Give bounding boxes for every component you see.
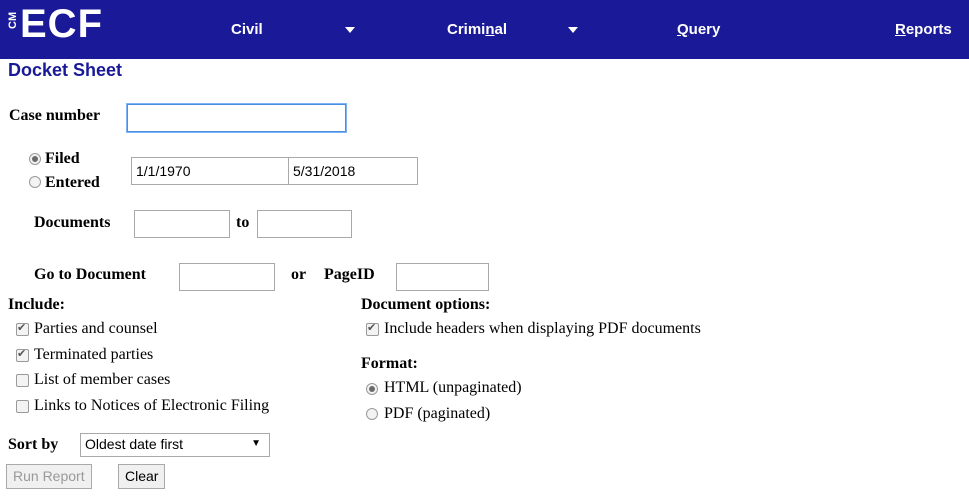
menu-query-accesskey: Q [677, 21, 689, 38]
menu-criminal-accesskey: n [485, 21, 495, 38]
documents-to-label: to [236, 214, 250, 231]
menu-query[interactable]: Query [677, 21, 720, 38]
member-cases-checkbox[interactable] [16, 374, 29, 387]
format-html-label: HTML (unpaginated) [384, 379, 522, 396]
sort-by-label: Sort by [8, 436, 59, 453]
run-report-button[interactable]: Run Report [6, 464, 92, 489]
goto-document-input[interactable] [179, 263, 275, 291]
menu-query-part: uery [688, 21, 721, 38]
date-from-input[interactable] [131, 157, 289, 185]
documents-from-input[interactable] [134, 210, 230, 238]
parties-counsel-checkbox[interactable] [16, 321, 29, 336]
include-headers-checkbox[interactable] [366, 321, 379, 336]
documents-label: Documents [34, 214, 111, 231]
filed-radio[interactable] [29, 153, 41, 165]
page-title: Docket Sheet [8, 60, 123, 80]
dropdown-arrow-icon: ▼ [251, 438, 261, 449]
date-to-input[interactable] [288, 157, 418, 185]
case-number-input[interactable] [127, 104, 346, 132]
logo-cm-text: CM [7, 11, 19, 29]
terminated-parties-checkbox[interactable] [16, 347, 29, 362]
parties-counsel-label: Parties and counsel [34, 320, 158, 337]
format-html-radio[interactable] [366, 383, 378, 395]
menu-reports-accesskey: R [895, 21, 906, 38]
menu-reports[interactable]: Reports [895, 21, 952, 38]
format-heading: Format: [361, 355, 418, 372]
entered-radio[interactable] [29, 176, 41, 188]
menu-criminal[interactable]: Criminal [447, 21, 507, 38]
goto-document-label: Go to Document [34, 266, 146, 283]
document-options-heading: Document options: [361, 296, 491, 313]
sort-by-value: Oldest date first [85, 436, 184, 452]
logo-ecf-text: ECF [20, 2, 103, 46]
filed-label: Filed [45, 150, 80, 167]
include-headers-label: Include headers when displaying PDF docu… [384, 320, 701, 337]
pageid-label: PageID [324, 266, 375, 283]
menu-reports-part: eports [905, 21, 952, 38]
sort-by-select[interactable]: Oldest date first ▼ [80, 433, 270, 457]
documents-to-input[interactable] [257, 210, 352, 238]
entered-label: Entered [45, 174, 100, 191]
or-label: or [291, 266, 307, 283]
format-pdf-radio[interactable] [366, 408, 378, 420]
terminated-parties-label: Terminated parties [34, 346, 154, 363]
menu-criminal-part: al [494, 21, 508, 38]
member-cases-label: List of member cases [34, 371, 171, 388]
case-number-label: Case number [9, 107, 101, 124]
pageid-input[interactable] [396, 263, 489, 291]
nef-links-checkbox[interactable] [16, 400, 29, 413]
menu-criminal-part: Crimi [447, 21, 486, 38]
nef-links-label: Links to Notices of Electronic Filing [34, 397, 270, 414]
chevron-down-icon[interactable] [568, 27, 578, 33]
top-nav-bar: CM ECF Civil Criminal Query Reports [0, 0, 969, 59]
clear-button[interactable]: Clear [118, 464, 166, 489]
menu-civil[interactable]: Civil [231, 21, 263, 38]
chevron-down-icon[interactable] [345, 27, 355, 33]
include-heading: Include: [8, 296, 65, 313]
format-pdf-label: PDF (paginated) [384, 405, 491, 422]
